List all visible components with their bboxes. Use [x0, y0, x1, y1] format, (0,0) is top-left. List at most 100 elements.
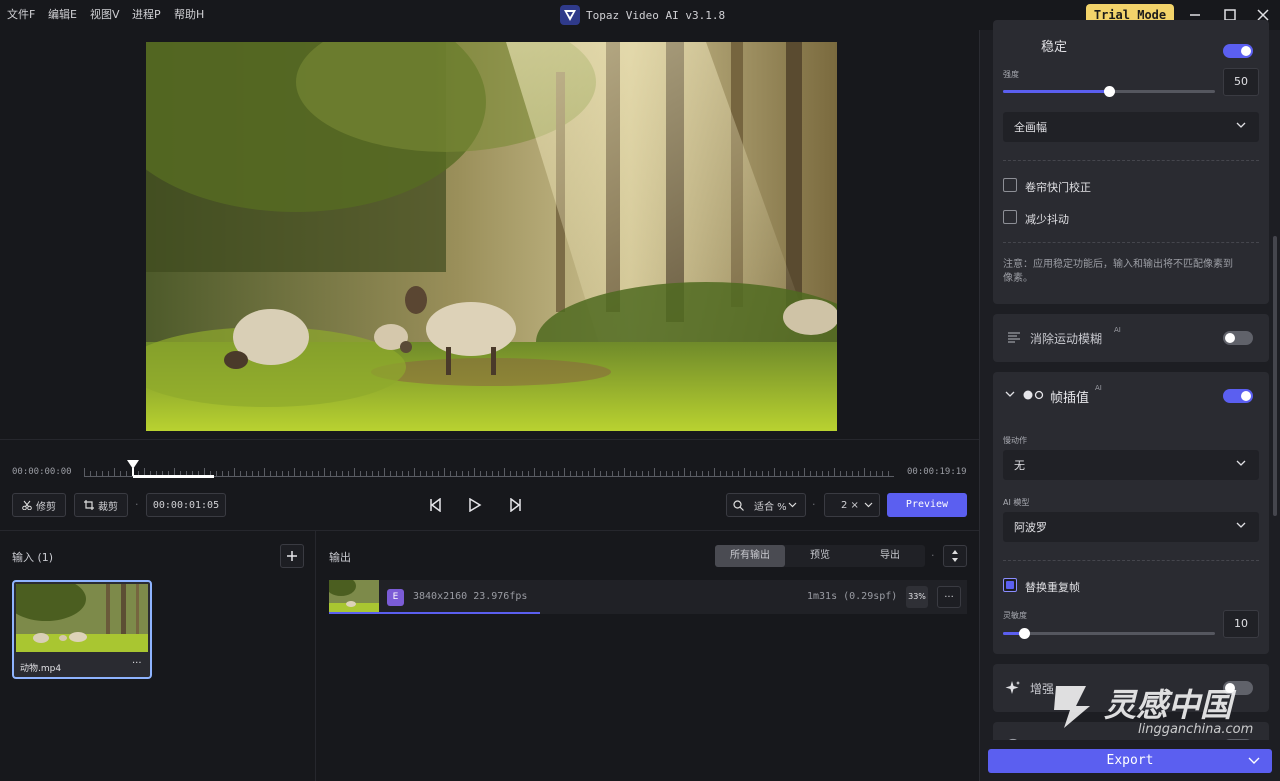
crop-label: 裁剪 — [98, 501, 118, 513]
timeline-start-time: 00:00:00:00 — [12, 467, 72, 477]
settings-scrollbar[interactable] — [1273, 236, 1277, 516]
menu-edit[interactable]: 编辑E — [48, 0, 77, 30]
sensitivity-slider[interactable] — [1003, 628, 1215, 639]
tab-preview[interactable]: 预览 — [785, 545, 855, 567]
step-back-icon[interactable] — [428, 497, 444, 513]
ai-model-value: 阿波罗 — [1014, 521, 1047, 534]
speed-value: 2 × — [841, 499, 859, 511]
frame-interpolation-icon — [1023, 390, 1044, 400]
sort-button[interactable] — [943, 545, 967, 567]
menu-process[interactable]: 进程P — [132, 0, 161, 30]
current-time-field[interactable]: 00:00:01:05 — [146, 493, 226, 517]
stabilize-toggle[interactable] — [1223, 44, 1253, 58]
frame-interpolation-toggle[interactable] — [1223, 389, 1253, 403]
video-preview-area[interactable] — [0, 30, 979, 439]
input-header: 输入 (1) — [12, 551, 54, 564]
scissors-icon — [22, 500, 32, 510]
watermark-logo-icon — [1054, 686, 1090, 728]
chevron-down-icon — [864, 502, 873, 508]
rolling-shutter-label: 卷帘快门校正 — [1025, 181, 1091, 194]
motion-deblur-title: 消除运动模糊 — [1030, 332, 1103, 346]
preview-button[interactable]: Preview — [887, 493, 967, 517]
stabilize-mode-value: 全画幅 — [1014, 121, 1047, 134]
menu-file[interactable]: 文件F — [7, 0, 35, 30]
strength-value-field[interactable]: 50 — [1223, 68, 1259, 96]
input-more-icon[interactable]: ··· — [132, 658, 142, 669]
crop-icon — [84, 500, 94, 510]
timeline-panel: 00:00:00:00 00:00:19:19 修剪 裁剪 · 00:00:01… — [0, 439, 979, 530]
sensitivity-value-field[interactable]: 10 — [1223, 610, 1259, 638]
zoom-icon — [733, 499, 744, 511]
separator-dot: · — [135, 498, 139, 511]
output-more-button[interactable]: ··· — [937, 586, 961, 608]
chevron-down-icon[interactable] — [1005, 391, 1015, 398]
motion-deblur-card[interactable]: 消除运动模糊 AI — [993, 314, 1269, 362]
reduce-jitter-label: 减少抖动 — [1025, 213, 1069, 226]
input-thumbnail — [16, 584, 148, 652]
chevron-down-icon — [1236, 122, 1246, 128]
input-file-card[interactable]: 动物.mp4 ··· — [12, 580, 152, 679]
slowmo-label: 慢动作 — [1003, 436, 1027, 445]
add-input-button[interactable] — [280, 544, 304, 568]
timeline-selected-range — [132, 475, 214, 478]
ai-badge: AI — [1114, 326, 1121, 334]
output-progress-percent: 33% — [906, 586, 928, 608]
ai-model-select[interactable]: 阿波罗 — [1003, 512, 1259, 542]
reduce-jitter-checkbox[interactable] — [1003, 210, 1017, 224]
output-header: 输出 — [329, 551, 351, 564]
app-title-text: Topaz Video AI v3.1.8 — [586, 8, 726, 22]
export-badge: E — [387, 589, 404, 606]
stabilize-mode-select[interactable]: 全画幅 — [1003, 112, 1259, 142]
deblur-icon — [1008, 332, 1020, 343]
motion-deblur-toggle[interactable] — [1223, 331, 1253, 345]
timeline-ruler[interactable] — [84, 460, 895, 478]
crop-button[interactable]: 裁剪 — [74, 493, 128, 517]
stabilize-title: 稳定 — [1041, 40, 1068, 55]
replace-duplicate-checkbox[interactable] — [1003, 578, 1017, 592]
export-label: Export — [1106, 753, 1154, 768]
menu-view[interactable]: 视图V — [90, 0, 120, 30]
playhead-icon[interactable] — [126, 460, 139, 476]
trim-label: 修剪 — [36, 501, 56, 513]
play-icon[interactable] — [468, 497, 482, 513]
watermark-url: lingganchina.com — [1138, 722, 1254, 737]
step-forward-icon[interactable] — [507, 497, 523, 513]
input-file-name: 动物.mp4 — [20, 664, 62, 674]
watermark-text: 灵感中国 — [1104, 686, 1233, 724]
output-time: 1m31s (0.29spf) — [807, 591, 898, 602]
slowmo-select[interactable]: 无 — [1003, 450, 1259, 480]
menu-help[interactable]: 帮助H — [174, 0, 204, 30]
export-button[interactable]: Export — [988, 749, 1272, 773]
tab-export[interactable]: 导出 — [855, 545, 925, 567]
rolling-shutter-checkbox[interactable] — [1003, 178, 1017, 192]
topaz-logo-icon — [560, 5, 580, 25]
replace-duplicate-label: 替换重复帧 — [1025, 581, 1080, 594]
input-pane: 输入 (1) 动物.mp4 ··· — [0, 531, 316, 781]
output-row[interactable]: E 3840x2160 23.976fps 1m31s (0.29spf) 33… — [329, 580, 967, 614]
app-title: Topaz Video AI v3.1.8 — [560, 5, 726, 25]
divider — [1003, 560, 1259, 561]
chevron-down-icon — [1236, 460, 1246, 466]
sparkle-icon — [1005, 681, 1020, 694]
chevron-down-icon — [788, 502, 797, 508]
output-resolution: 3840x2160 23.976fps — [413, 591, 528, 602]
ai-model-label: AI 模型 — [1003, 498, 1030, 507]
output-pane: 输出 所有输出 预览 导出 · E 3840x2160 23.976fps 1m… — [317, 531, 979, 781]
stabilize-card: 稳定 强度 50 全画幅 卷帘快门校正 减少抖动 注意：应用稳定功能后，输入和输… — [993, 20, 1269, 304]
sort-icon — [952, 550, 958, 562]
tab-all-outputs[interactable]: 所有输出 — [715, 545, 785, 567]
slowmo-value: 无 — [1014, 459, 1025, 472]
video-frame — [146, 42, 837, 431]
zoom-select[interactable]: 适合 % — [726, 493, 806, 517]
sensitivity-label: 灵敏度 — [1003, 611, 1027, 620]
plus-icon — [287, 551, 297, 561]
watermark: 灵感中国 lingganchina.com — [1046, 680, 1266, 740]
settings-panel: 稳定 强度 50 全画幅 卷帘快门校正 减少抖动 注意：应用稳定功能后，输入和输… — [979, 20, 1280, 781]
strength-slider[interactable] — [1003, 86, 1215, 97]
bottom-panel: 输入 (1) 动物.mp4 ··· 输出 所有输出 预览 导出 · E 3840… — [0, 530, 979, 781]
trim-button[interactable]: 修剪 — [12, 493, 66, 517]
stabilize-note: 注意：应用稳定功能后，输入和输出将不匹配像素到像素。 — [1003, 259, 1233, 284]
chevron-down-icon — [1248, 757, 1260, 764]
frame-interpolation-title: 帧插值 — [1050, 391, 1090, 406]
playback-speed-select[interactable]: 2 × — [824, 493, 880, 517]
